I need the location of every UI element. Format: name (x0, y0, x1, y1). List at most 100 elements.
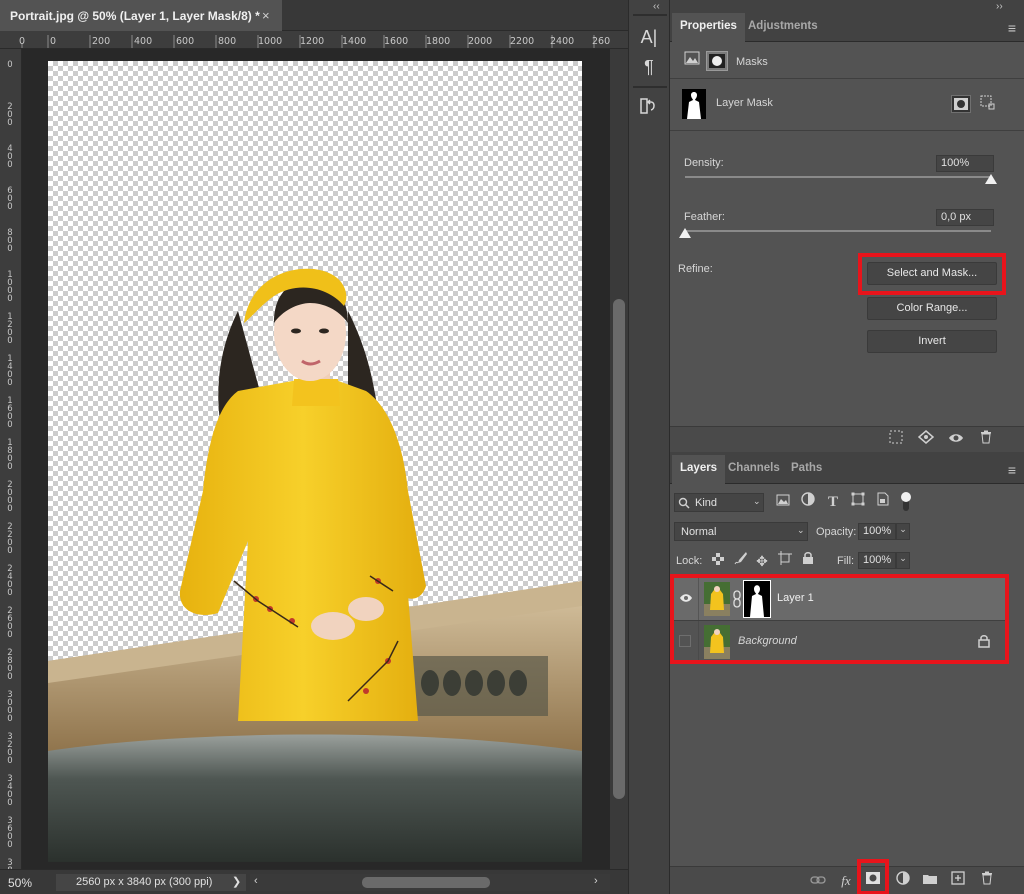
close-icon[interactable]: × (262, 8, 270, 23)
refine-label: Refine: (678, 263, 713, 275)
search-icon (678, 497, 690, 509)
ruler-label: 200 (92, 36, 111, 47)
feather-field[interactable]: 0,0 px (936, 209, 994, 226)
tab-adjustments[interactable]: Adjustments (740, 13, 826, 42)
character-panel-icon[interactable]: A| (637, 25, 661, 49)
ruler-label: 0 (19, 36, 26, 47)
lock-transparent-pixels-icon[interactable] (708, 551, 728, 571)
horizontal-scrollbar[interactable]: ‹ › (250, 874, 610, 891)
portrait-image (48, 268, 582, 862)
filter-pixel-icon[interactable] (773, 492, 793, 512)
link-layers-icon[interactable] (808, 871, 828, 891)
ruler-label: 400 (7, 144, 13, 170)
fx-icon[interactable]: fx (836, 871, 856, 891)
layer-thumbnail[interactable] (704, 625, 730, 659)
layer-mask-row: Layer Mask (670, 79, 1024, 129)
canvas-area[interactable] (22, 49, 610, 869)
filter-type-icon[interactable]: T (823, 492, 843, 512)
eye-icon[interactable] (946, 430, 966, 450)
tab-layers[interactable]: Layers (672, 455, 726, 484)
blend-mode-select[interactable]: Normal ⌄ (674, 522, 808, 541)
vertical-scrollbar-thumb[interactable] (613, 299, 625, 799)
layer-name[interactable]: Layer 1 (777, 592, 814, 604)
pixel-mask-icon[interactable] (682, 51, 702, 71)
ruler-label: 200 (7, 102, 13, 128)
ruler-label: 800 (218, 36, 237, 47)
lock-all-icon[interactable] (798, 551, 818, 571)
horizontal-scrollbar-thumb[interactable] (362, 877, 490, 888)
feather-slider-handle[interactable] (679, 228, 691, 238)
color-range-button[interactable]: Color Range... (867, 297, 997, 320)
ruler-label: 600 (7, 186, 13, 212)
document-tab[interactable]: Portrait.jpg @ 50% (Layer 1, Layer Mask/… (0, 0, 282, 31)
filter-toggle-switch[interactable] (900, 491, 912, 512)
scroll-right-icon[interactable]: › (594, 875, 598, 887)
lock-image-pixels-icon[interactable] (731, 551, 751, 571)
apply-mask-icon[interactable] (951, 95, 971, 113)
history-panel-icon[interactable] (637, 96, 661, 120)
layer-row-layer-1[interactable]: Layer 1 (670, 578, 1006, 620)
fill-label: Fill: (837, 555, 855, 567)
fill-field[interactable]: 100% (858, 552, 896, 569)
density-slider-handle[interactable] (985, 174, 997, 184)
ruler-label: 600 (176, 36, 195, 47)
chevron-down-icon[interactable]: ⌄ (896, 523, 910, 540)
chain-link-icon[interactable] (732, 590, 742, 608)
lock-artboard-icon[interactable] (775, 551, 795, 571)
invert-button[interactable]: Invert (867, 330, 997, 353)
masks-label: Masks (736, 56, 768, 68)
layer-mask-thumbnail[interactable] (743, 580, 771, 618)
ruler-label: 3800 (7, 858, 13, 869)
density-slider[interactable] (685, 176, 991, 178)
ruler-label: 0 (50, 36, 57, 47)
ruler-label: 3000 (7, 690, 13, 724)
lock-position-icon[interactable]: ✥ (752, 551, 772, 571)
tab-channels[interactable]: Channels (720, 455, 788, 484)
ruler-label: 1800 (426, 36, 451, 47)
paragraph-panel-icon[interactable]: ¶ (637, 55, 661, 79)
vertical-scrollbar[interactable] (610, 49, 628, 869)
ruler-label: 3200 (7, 732, 13, 766)
scroll-left-icon[interactable]: ‹ (254, 875, 258, 887)
add-layer-mask-icon[interactable] (863, 871, 883, 891)
tab-paths[interactable]: Paths (783, 455, 830, 484)
chevron-down-icon[interactable]: ⌄ (896, 552, 910, 569)
document-canvas[interactable] (48, 61, 582, 862)
layer-thumbnail[interactable] (704, 582, 730, 616)
document-tab-bar: Portrait.jpg @ 50% (Layer 1, Layer Mask/… (0, 0, 628, 31)
ruler-label: 1800 (7, 438, 13, 472)
new-layer-icon[interactable] (948, 871, 968, 891)
ruler-label: 1200 (300, 36, 325, 47)
folder-icon[interactable] (920, 871, 940, 891)
vector-mask-icon[interactable] (977, 94, 997, 114)
collapse-icon[interactable]: ‹‹ (653, 1, 660, 12)
adjustment-layer-icon[interactable] (893, 871, 913, 891)
density-field[interactable]: 100% (936, 155, 994, 172)
feather-slider[interactable] (685, 230, 991, 232)
apply-mask-icon[interactable] (916, 430, 936, 450)
layer-mask-toggle[interactable] (706, 51, 728, 71)
ruler-label: 3600 (7, 816, 13, 850)
panel-menu-icon[interactable]: ≡ (1008, 20, 1016, 36)
ruler-label: 1600 (384, 36, 409, 47)
trash-icon[interactable] (977, 871, 997, 891)
select-and-mask-button[interactable]: Select and Mask... (867, 262, 997, 285)
panel-menu-icon[interactable]: ≡ (1008, 462, 1016, 478)
collapse-icon[interactable]: ›› (996, 1, 1003, 12)
chevron-right-icon[interactable]: ❯ (232, 875, 241, 888)
layer-name[interactable]: Background (738, 635, 797, 647)
trash-icon[interactable] (976, 430, 996, 450)
feather-label: Feather: (684, 211, 725, 223)
opacity-field[interactable]: 100% (858, 523, 896, 540)
filter-shape-icon[interactable] (848, 492, 868, 512)
filter-smart-object-icon[interactable] (873, 492, 893, 512)
filter-adjustment-icon[interactable] (798, 492, 818, 512)
tab-properties[interactable]: Properties (672, 13, 745, 42)
load-selection-icon[interactable] (886, 430, 906, 450)
visibility-toggle-off[interactable] (679, 635, 691, 647)
zoom-level[interactable]: 50% (8, 876, 32, 890)
layer-row-background[interactable]: Background (670, 621, 1006, 663)
kind-filter-select[interactable]: Kind ⌄ (674, 493, 764, 512)
eye-icon[interactable] (676, 589, 696, 609)
blend-mode-value: Normal (681, 526, 717, 538)
